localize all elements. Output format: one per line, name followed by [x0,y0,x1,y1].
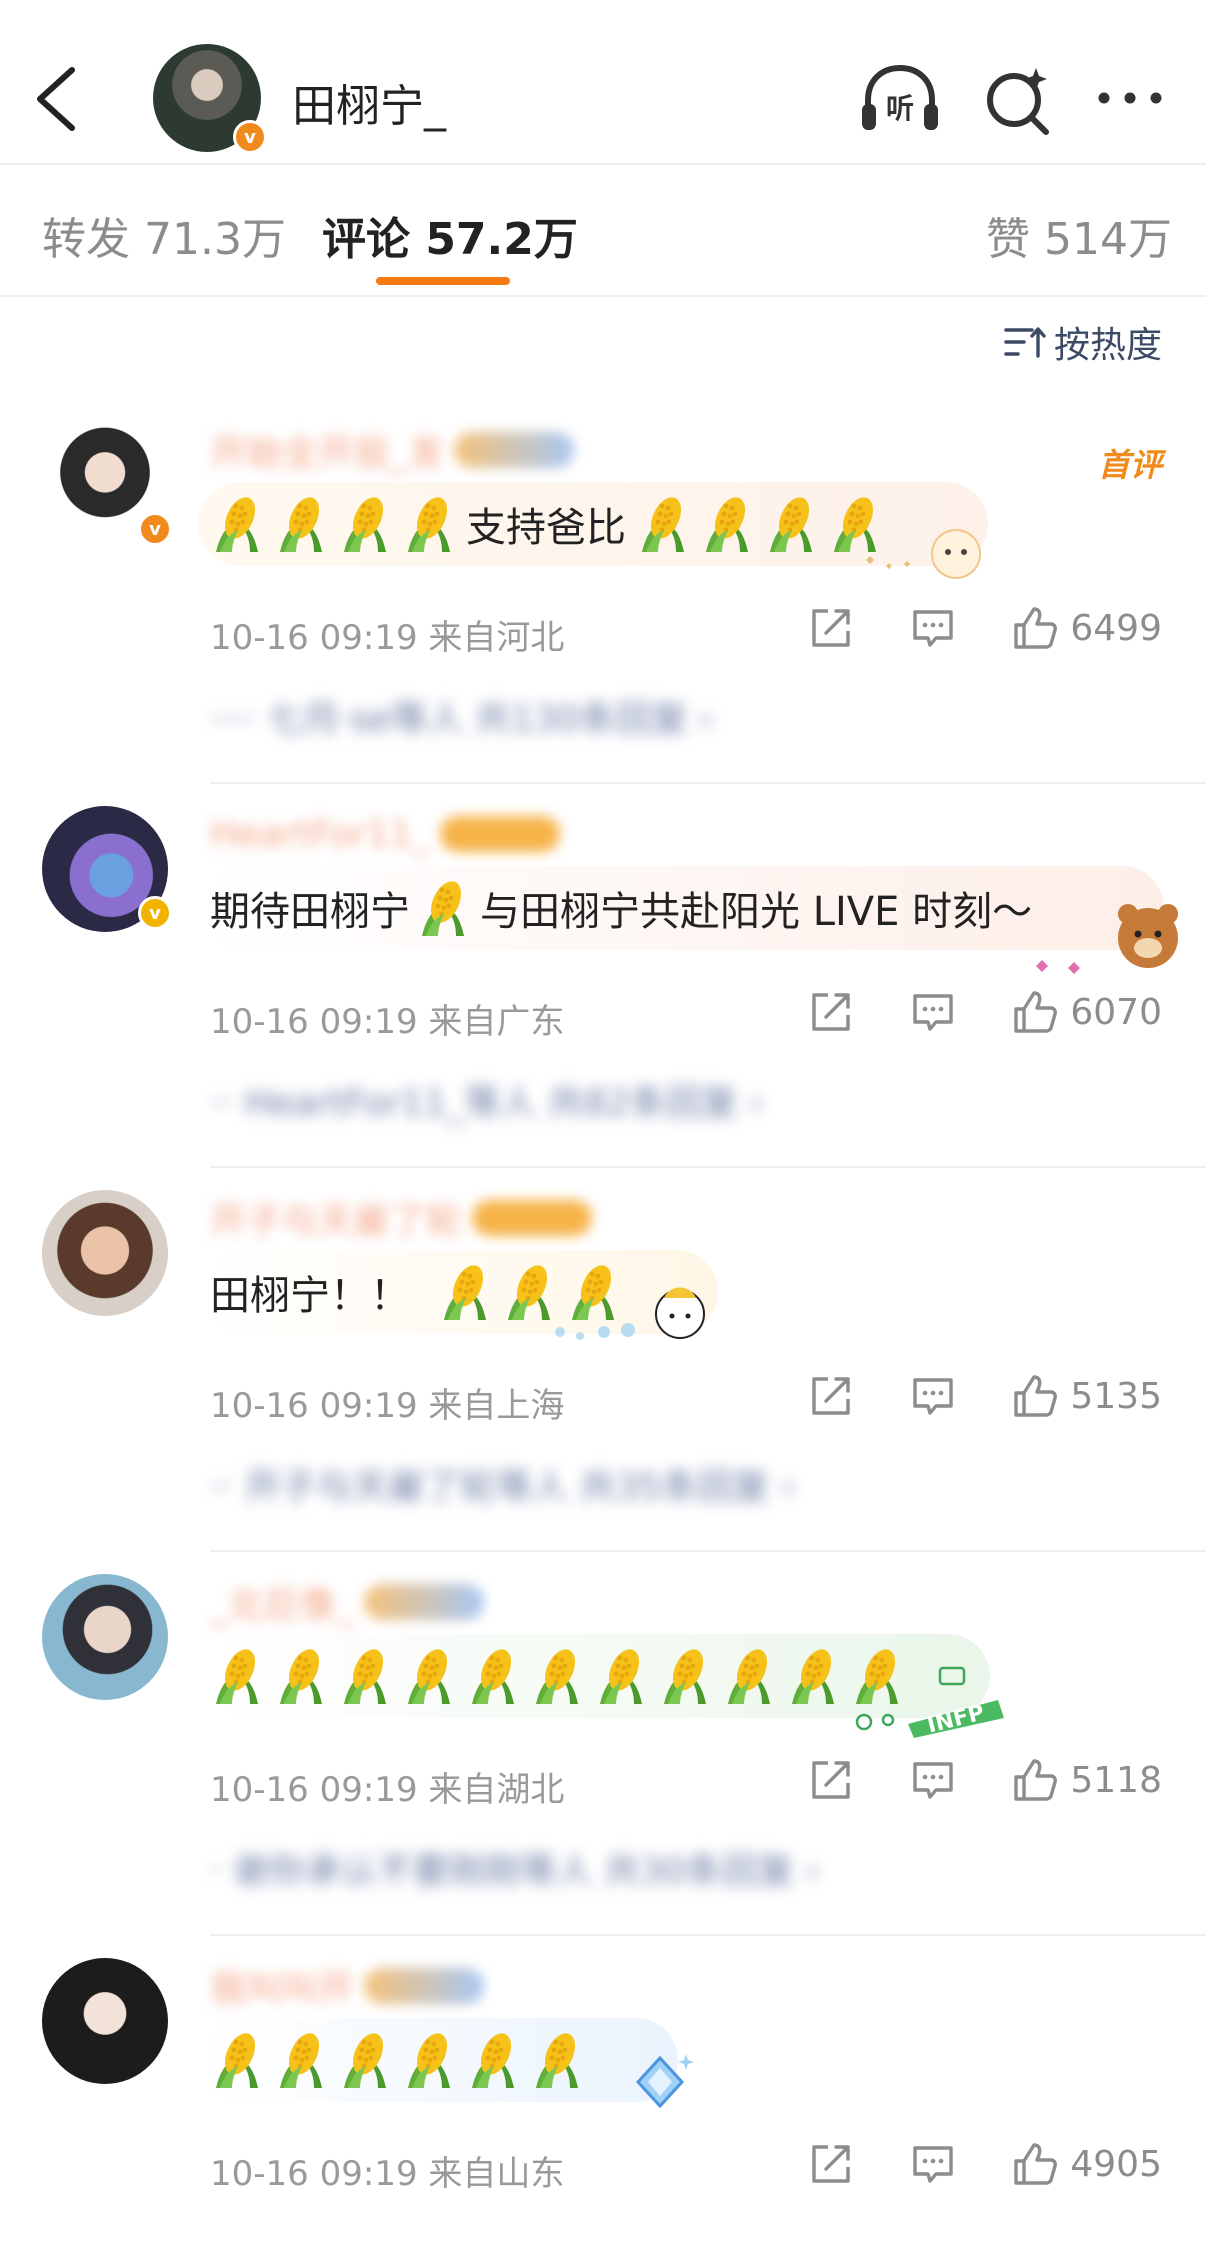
verified-badge-icon: v [138,896,172,930]
share-icon[interactable] [808,1373,854,1419]
comment-text: 田栩宁！！ [210,1260,630,1324]
comment-meta: 10-16 09:19 来自上海 [210,1386,565,1426]
bear-sticker-icon [1036,904,1178,974]
comment-item: _北巨像_ INFP 10-16 09:19 来自湖北 5118 · 谢你承认不… [0,1552,1206,1936]
sort-toggle[interactable]: 按热度 [1004,316,1162,368]
like-count: 5135 [1070,1375,1162,1417]
listen-headphones-icon[interactable]: 听 [858,58,942,142]
top-bar: v 田栩宁_ 听 [0,0,1206,165]
commenter-avatar[interactable] [42,1958,168,2084]
comment-text [210,1644,914,1708]
search-icon[interactable] [976,58,1060,142]
comment-item: 开子与天雇了轮 田栩宁！！ 10-16 09:19 来自上海 5135 ·· 开… [0,1168,1206,1552]
commenter-avatar[interactable] [42,1190,168,1316]
reply-summary-link[interactable]: ···· 七月·se等人 共130条回复 › [210,690,714,742]
svg-text:INFP: INFP [925,1700,987,1738]
commenter-avatar[interactable] [42,1574,168,1700]
comment-actions: 5118 [752,1750,1162,1810]
reply-comment-icon[interactable] [910,605,956,651]
share-icon[interactable] [808,1757,854,1803]
reply-summary-link[interactable]: ·· 开子与天雇了轮等人 共35条回复 › [210,1458,795,1510]
like-thumb-icon[interactable] [1012,1373,1058,1419]
comment-meta: 10-16 09:19 来自河北 [210,618,565,658]
comment-text [210,2028,594,2092]
commenter-avatar[interactable]: v [42,422,172,548]
like-count: 4905 [1070,2143,1162,2185]
reply-summary-link[interactable]: · 谢你承认不要刚刚等人 共30条回复 › [210,1842,820,1894]
verified-badge-icon: v [233,120,267,154]
more-options-icon[interactable] [1088,58,1172,142]
page-title: 田栩宁_ [292,81,446,132]
like-thumb-icon[interactable] [1012,2141,1058,2187]
tab-like[interactable]: 赞 514万 [986,203,1172,267]
comment-actions: 5135 [752,1366,1162,1426]
comment-item: v 开始全开投_发 首评 支持爸比 10-16 09:19 来自河北 6499 … [0,400,1206,784]
share-icon[interactable] [808,2141,854,2187]
comment-text: 支持爸比 [210,492,892,556]
tab-repost[interactable]: 转发 71.3万 [42,203,286,267]
comment-actions: 4905 [752,2134,1162,2194]
like-count: 6499 [1070,607,1162,649]
like-thumb-icon[interactable] [1012,989,1058,1035]
like-thumb-icon[interactable] [1012,605,1058,651]
commenter-name[interactable]: 开子与天雇了轮 [210,1194,593,1242]
first-comment-badge: 首评 [1097,446,1162,484]
reply-comment-icon[interactable] [910,1757,956,1803]
author-avatar[interactable]: v [153,44,267,154]
reply-comment-icon[interactable] [910,1373,956,1419]
verified-badge-icon: v [138,512,172,546]
like-count: 5118 [1070,1759,1162,1801]
tab-bar: 转发 71.3万 评论 57.2万 赞 514万 [0,165,1206,297]
commenter-name[interactable]: 开始全开投_发 [210,426,575,474]
commenter-avatar[interactable]: v [42,806,172,932]
comment-meta: 10-16 09:19 来自广东 [210,1002,565,1042]
commenter-name[interactable]: 我叫叫开 [210,1962,485,2010]
active-tab-indicator [376,277,510,285]
comment-meta: 10-16 09:19 来自湖北 [210,1770,565,1810]
reply-summary-link[interactable]: ·· HeartFor11_等人 共82条回复 › [210,1074,764,1126]
diamond-sticker-icon [635,2054,694,2109]
commenter-name[interactable]: _北巨像_ [210,1578,485,1626]
reply-comment-icon[interactable] [910,2141,956,2187]
tab-comment[interactable]: 评论 57.2万 [322,203,578,267]
comment-item: 我叫叫开 10-16 09:19 来自山东 4905 [0,1936,1206,2254]
like-thumb-icon[interactable] [1012,1757,1058,1803]
comment-text: 期待田栩宁 与田栩宁共赴阳光 LIVE 时刻～ [210,876,1032,940]
sort-label: 按热度 [1053,325,1162,366]
share-icon[interactable] [808,605,854,651]
comment-actions: 6499 [752,598,1162,658]
like-count: 6070 [1070,991,1162,1033]
comment-actions: 6070 [752,982,1162,1042]
comment-meta: 10-16 09:19 来自山东 [210,2154,565,2194]
reply-comment-icon[interactable] [910,989,956,1035]
comment-item: v HeartFor11_ 期待田栩宁 与田栩宁共赴阳光 LIVE 时刻～ 10… [0,784,1206,1168]
share-icon[interactable] [808,989,854,1035]
listen-label: 听 [886,92,914,125]
commenter-name[interactable]: HeartFor11_ [210,810,561,858]
sort-icon [1004,327,1046,358]
back-arrow-icon[interactable] [28,62,88,136]
